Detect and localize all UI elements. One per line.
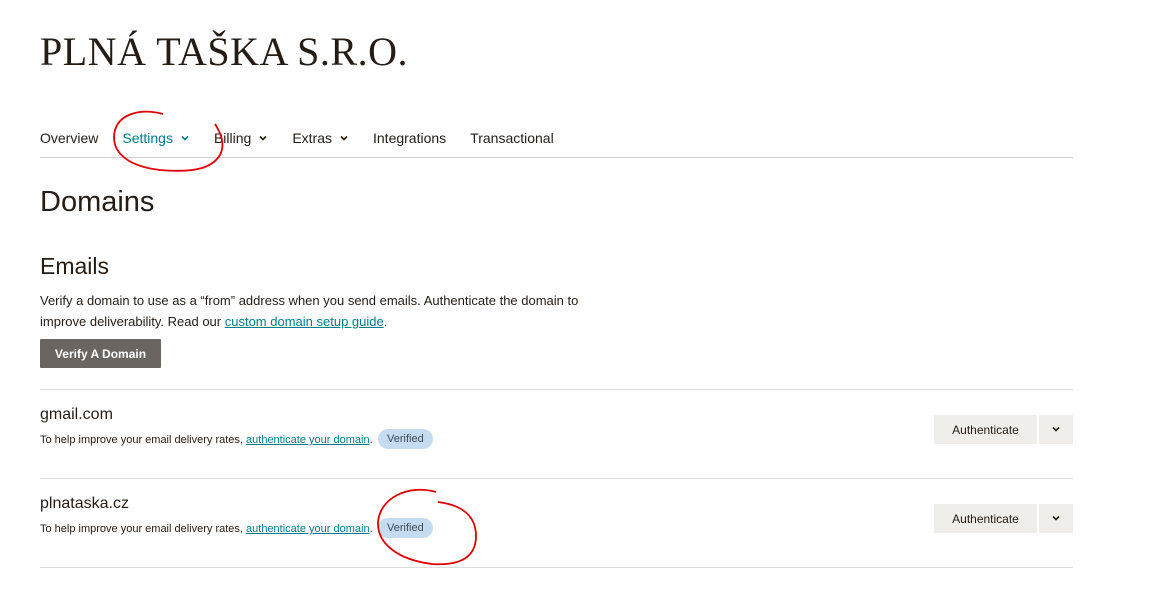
nav-label: Extras [292, 130, 332, 146]
status-badge: Verified [378, 518, 433, 538]
nav-label: Settings [122, 130, 173, 146]
nav-extras[interactable]: Extras [292, 130, 349, 146]
nav-overview[interactable]: Overview [40, 130, 98, 146]
authenticate-dropdown-button[interactable] [1039, 504, 1073, 533]
emails-description: Verify a domain to use as a “from” addre… [40, 290, 580, 332]
nav-label: Transactional [470, 130, 554, 146]
help-text: To help improve your email delivery rate… [40, 523, 247, 535]
divider [40, 478, 1073, 479]
help-text: To help improve your email delivery rate… [40, 434, 247, 446]
chevron-down-icon [1051, 422, 1061, 437]
main-nav: Overview Settings Billing Extras Integra… [40, 128, 578, 148]
domain-name: gmail.com [40, 406, 113, 423]
page-title: Domains [40, 186, 155, 218]
nav-settings[interactable]: Settings [122, 130, 190, 146]
nav-divider [40, 157, 1073, 158]
nav-integrations[interactable]: Integrations [373, 130, 446, 146]
authenticate-dropdown-button[interactable] [1039, 415, 1073, 444]
authenticate-button[interactable]: Authenticate [934, 504, 1037, 533]
domain-name: plnataska.cz [40, 495, 129, 512]
authenticate-button[interactable]: Authenticate [934, 415, 1037, 444]
verify-domain-button[interactable]: Verify A Domain [40, 339, 161, 368]
authenticate-domain-link[interactable]: authenticate your domain [246, 523, 370, 535]
nav-label: Billing [213, 130, 252, 146]
chevron-down-icon [1051, 511, 1061, 526]
chevron-down-icon [339, 133, 349, 143]
domain-row: gmail.com To help improve your email del… [40, 405, 1073, 475]
divider [40, 567, 1073, 568]
chevron-down-icon [180, 133, 190, 143]
status-badge: Verified [378, 429, 433, 449]
domain-row: plnataska.cz To help improve your email … [40, 494, 1073, 564]
account-name: PLNÁ TAŠKA S.R.O. [40, 29, 408, 74]
domain-help-text: To help improve your email delivery rate… [40, 430, 375, 450]
help-period: . [369, 434, 373, 446]
section-heading-emails: Emails [40, 253, 110, 279]
chevron-down-icon [258, 133, 268, 143]
help-period: . [369, 523, 373, 535]
domain-help-text: To help improve your email delivery rate… [40, 519, 375, 539]
nav-label: Integrations [373, 130, 447, 146]
nav-transactional[interactable]: Transactional [470, 130, 554, 146]
nav-billing[interactable]: Billing [214, 130, 268, 146]
authenticate-domain-link[interactable]: authenticate your domain [246, 434, 370, 446]
divider [40, 389, 1073, 390]
custom-domain-guide-link[interactable]: custom domain setup guide [225, 314, 384, 329]
description-period: . [383, 314, 388, 329]
nav-label: Overview [40, 130, 99, 146]
